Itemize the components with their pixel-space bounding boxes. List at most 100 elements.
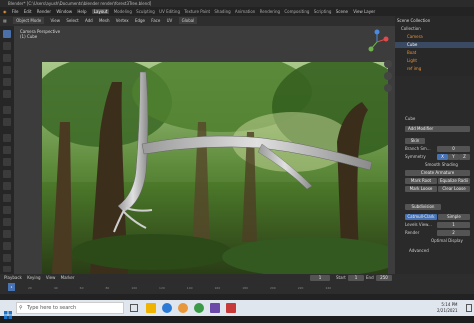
outliner-item[interactable]: ref img [407, 66, 421, 72]
header-edge[interactable]: Edge [135, 18, 145, 23]
modifier-skin-name[interactable]: Skin [405, 138, 425, 144]
timeline-menu-view[interactable]: View [46, 275, 56, 280]
header-face[interactable]: Face [151, 18, 160, 23]
advanced-section[interactable]: Advanced [409, 248, 429, 254]
tab-scripting[interactable]: Scripting [314, 9, 332, 14]
zoom-icon[interactable] [384, 60, 392, 68]
edge-browser-icon[interactable] [162, 303, 172, 313]
rip-icon[interactable] [3, 266, 11, 272]
scale-icon[interactable] [3, 78, 11, 86]
tab-shading[interactable]: Shading [214, 9, 230, 14]
camera-view-icon[interactable] [384, 84, 392, 92]
inset-icon[interactable] [3, 146, 11, 154]
loop-cut-icon[interactable] [3, 170, 11, 178]
header-select[interactable]: Select [66, 18, 78, 23]
view-layer-selector[interactable]: View Layer [353, 9, 375, 14]
menu-render[interactable]: Render [37, 9, 51, 14]
move-icon[interactable] [3, 54, 11, 62]
shear-icon[interactable] [3, 254, 11, 262]
file-explorer-icon[interactable] [146, 303, 156, 313]
tab-animation[interactable]: Animation [235, 9, 255, 14]
header-mesh[interactable]: Mesh [99, 18, 110, 23]
app-icon[interactable] [226, 303, 236, 313]
3d-viewport[interactable]: Camera Perspective (1) Cube [14, 26, 395, 274]
tab-modeling[interactable]: Modeling [114, 9, 132, 14]
notification-icon[interactable] [466, 304, 472, 312]
blender-logo-icon[interactable]: ◉ [3, 9, 7, 14]
system-clock[interactable]: 5:14 PM 2/21/2021 [437, 302, 458, 314]
create-armature-button[interactable]: Create Armature [405, 170, 470, 176]
blender-taskbar-icon[interactable] [178, 303, 188, 313]
tab-sculpting[interactable]: Sculpting [136, 9, 155, 14]
timeline-menu-marker[interactable]: Marker [61, 275, 75, 280]
poly-build-icon[interactable] [3, 194, 11, 202]
tab-layout[interactable]: Layout [91, 9, 110, 14]
windows-start-icon[interactable] [4, 304, 12, 319]
symmetry-z-toggle[interactable]: Z [459, 154, 470, 160]
chrome-icon[interactable] [194, 303, 204, 313]
shrink-fatten-icon[interactable] [3, 242, 11, 250]
header-add[interactable]: Add [85, 18, 93, 23]
header-vertex[interactable]: Vertex [116, 18, 129, 23]
add-modifier-button[interactable]: Add Modifier [405, 126, 470, 132]
menu-window[interactable]: Window [56, 9, 72, 14]
levels-viewport-field[interactable]: 1 [437, 222, 470, 228]
outliner-item[interactable]: Boat [407, 50, 416, 56]
header-view[interactable]: View [51, 18, 61, 23]
rotate-icon[interactable] [3, 66, 11, 74]
navigation-gizmo[interactable] [364, 29, 390, 55]
cursor-icon[interactable] [3, 42, 11, 50]
menu-edit[interactable]: Edit [24, 9, 32, 14]
smooth-shading-checkbox[interactable]: Smooth Shading [425, 162, 458, 168]
timeline-menu-keying[interactable]: Keying [27, 275, 40, 280]
timeline-menu-playback[interactable]: Playback [4, 275, 22, 280]
transform-icon[interactable] [3, 90, 11, 98]
end-frame-field[interactable]: 250 [376, 275, 392, 281]
menu-file[interactable]: File [12, 9, 19, 14]
start-frame-field[interactable]: 1 [348, 275, 364, 281]
bevel-icon[interactable] [3, 158, 11, 166]
symmetry-y-toggle[interactable]: Y [448, 154, 459, 160]
tab-uv-editing[interactable]: UV Editing [159, 9, 180, 14]
editor-type-icon[interactable]: ▦ [3, 18, 7, 23]
outliner-item[interactable]: Light [407, 58, 417, 64]
equalize-radii-button[interactable]: Equalize Radii [438, 178, 470, 184]
knife-icon[interactable] [3, 182, 11, 190]
mode-selector[interactable]: Object Mode [13, 17, 45, 24]
modifier-subdivision-name[interactable]: Subdivision [405, 204, 441, 210]
smooth-icon[interactable] [3, 218, 11, 226]
annotate-icon[interactable] [3, 106, 11, 114]
measure-icon[interactable] [3, 118, 11, 126]
orientation-selector[interactable]: Global [178, 17, 198, 24]
axis-gizmo-icon[interactable] [364, 29, 390, 55]
task-view-icon[interactable] [130, 304, 138, 312]
current-frame-field[interactable]: 1 [310, 275, 330, 281]
edge-slide-icon[interactable] [3, 230, 11, 238]
branch-smoothing-field[interactable]: 0 [437, 146, 470, 152]
clear-loose-button[interactable]: Clear Loose [438, 186, 470, 192]
tab-texture-paint[interactable]: Texture Paint [184, 9, 210, 14]
scene-selector[interactable]: Scene [336, 9, 348, 14]
tab-rendering[interactable]: Rendering [260, 9, 280, 14]
mark-loose-button[interactable]: Mark Loose [405, 186, 437, 192]
mark-root-button[interactable]: Mark Root [405, 178, 437, 184]
outliner-item-selected[interactable]: Cube [395, 42, 474, 48]
pan-icon[interactable] [384, 72, 392, 80]
symmetry-x-toggle[interactable]: X [437, 154, 448, 160]
catmull-clark-button[interactable]: Catmull-Clark [405, 214, 437, 220]
header-uv[interactable]: UV [167, 18, 173, 23]
playhead[interactable]: 1 [8, 283, 15, 291]
render-levels-field[interactable]: 2 [437, 230, 470, 236]
extrude-icon[interactable] [3, 134, 11, 142]
outliner-item[interactable]: Collection [401, 26, 421, 32]
spin-icon[interactable] [3, 206, 11, 214]
simple-button[interactable]: Simple [438, 214, 470, 220]
tab-compositing[interactable]: Compositing [284, 9, 309, 14]
app-icon[interactable] [210, 303, 220, 313]
optimal-display-checkbox[interactable]: Optimal Display [431, 238, 463, 244]
select-box-icon[interactable] [3, 30, 11, 38]
timeline-ruler[interactable]: 20 40 60 80 100 120 140 160 180 200 220 240 [28, 285, 331, 291]
menu-help[interactable]: Help [77, 9, 86, 14]
taskbar-search-input[interactable]: Type here to search [16, 302, 124, 314]
outliner-item[interactable]: Camera [407, 34, 423, 40]
